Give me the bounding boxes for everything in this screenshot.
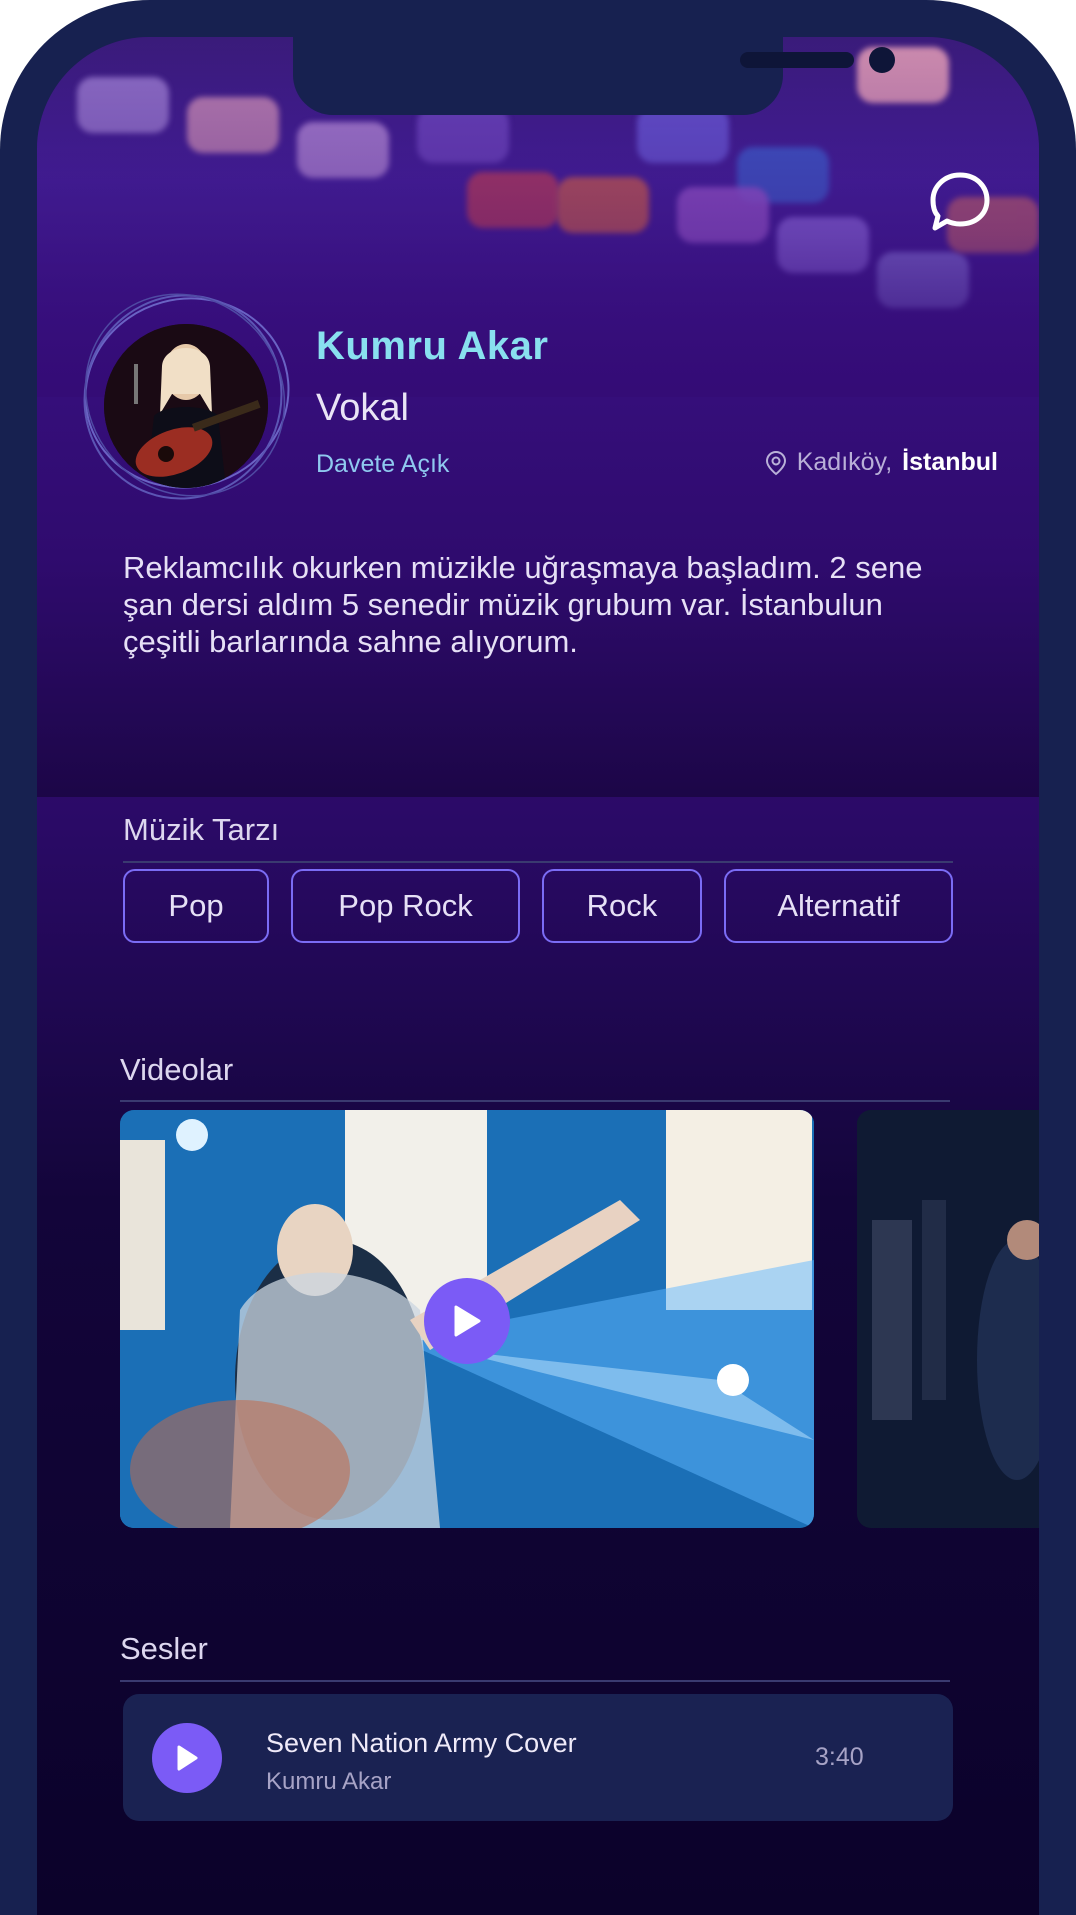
divider <box>120 1680 950 1682</box>
divider <box>123 861 953 863</box>
music-style-tags: Pop Pop Rock Rock Alternatif <box>123 869 955 943</box>
tag-alternatif[interactable]: Alternatif <box>724 869 953 943</box>
chat-bubble-icon <box>930 172 990 231</box>
music-style-title: Müzik Tarzı <box>123 812 280 847</box>
location-district: Kadıköy, <box>796 448 893 476</box>
phone-frame: Kumru Akar Vokal Davete Açık Kadıköy, İs… <box>0 0 1076 1915</box>
track-duration: 3:40 <box>815 1743 864 1771</box>
profile-screen: Kumru Akar Vokal Davete Açık Kadıköy, İs… <box>37 37 1039 1915</box>
track-title: Seven Nation Army Cover <box>266 1728 577 1758</box>
track-artist: Kumru Akar <box>266 1768 392 1795</box>
play-icon <box>177 1745 198 1771</box>
divider <box>120 1100 950 1102</box>
video-card[interactable] <box>857 1110 1039 1528</box>
video-play-button[interactable] <box>424 1278 510 1364</box>
video-thumbnail <box>857 1110 1039 1528</box>
location-city: İstanbul <box>902 448 998 476</box>
profile-name: Kumru Akar <box>316 324 549 368</box>
chat-button[interactable] <box>925 167 995 237</box>
avatar[interactable] <box>104 324 268 488</box>
location: Kadıköy, İstanbul <box>765 448 998 477</box>
phone-notch <box>293 37 895 115</box>
videos-title: Videolar <box>120 1052 234 1087</box>
profile-bio: Reklamcılık okurken müzikle uğraşmaya ba… <box>123 550 923 659</box>
availability-status: Davete Açık <box>316 450 450 478</box>
avatar-photo <box>104 324 268 488</box>
camera <box>869 47 895 73</box>
tag-pop[interactable]: Pop <box>123 869 269 943</box>
audio-track-card[interactable]: Seven Nation Army Cover Kumru Akar 3:40 <box>123 1694 953 1821</box>
tag-pop-rock[interactable]: Pop Rock <box>291 869 520 943</box>
sounds-title: Sesler <box>120 1631 208 1666</box>
profile-role: Vokal <box>316 387 409 429</box>
speaker <box>740 52 854 68</box>
tag-rock[interactable]: Rock <box>542 869 702 943</box>
location-pin-icon <box>765 450 786 475</box>
play-icon <box>454 1305 481 1337</box>
audio-play-button[interactable] <box>152 1723 222 1793</box>
